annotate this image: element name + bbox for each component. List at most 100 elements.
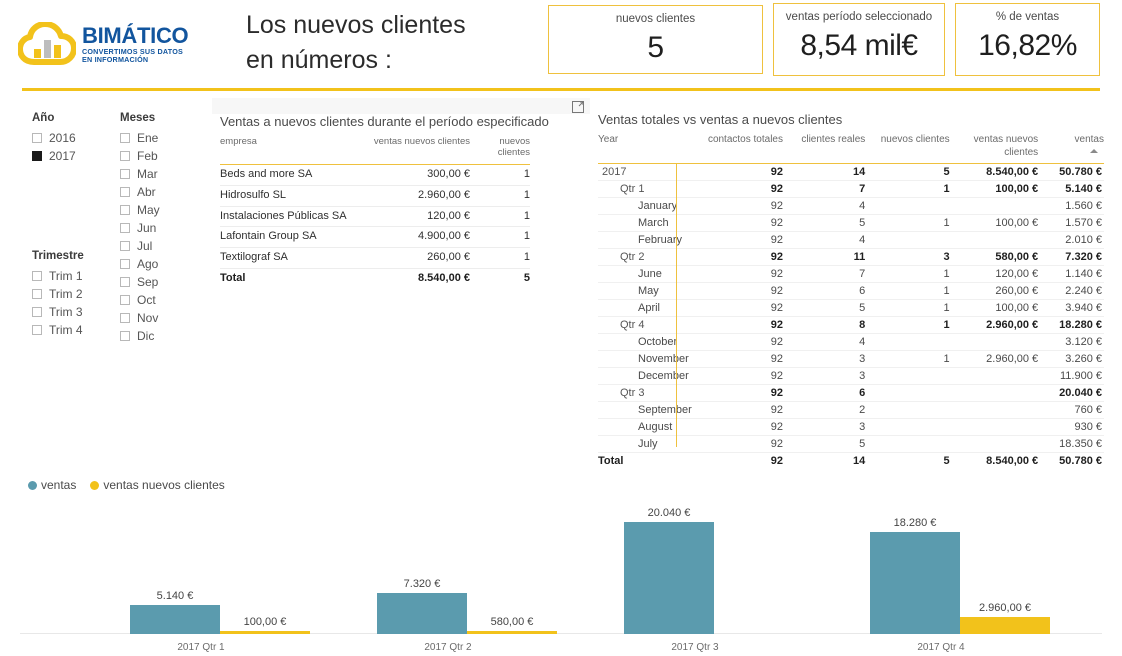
slicer-item-trimestre-trim-4[interactable]: Trim 4 [32, 321, 117, 339]
slicer-item-anio-2016[interactable]: 2016 [32, 129, 117, 147]
kpi-card-porcentaje-ventas[interactable]: % de ventas 16,82% [955, 3, 1100, 76]
checkbox-icon[interactable] [120, 313, 130, 323]
checkbox-icon[interactable] [32, 289, 42, 299]
slicer-item-meses-sep[interactable]: Sep [120, 273, 205, 291]
checkbox-icon[interactable] [120, 295, 130, 305]
slicer-item-meses-ago[interactable]: Ago [120, 255, 205, 273]
bar-ventas-nuevos-clientes[interactable] [960, 617, 1050, 634]
matrix-row[interactable]: April 92 5 1 100,00 €3.940 € [598, 299, 1104, 317]
page-title-line2: en números : [246, 45, 392, 74]
focus-mode-icon[interactable] [572, 100, 584, 113]
bar-ventas[interactable] [624, 522, 714, 634]
bar-ventas[interactable] [870, 531, 960, 634]
matrix-cell: February [598, 231, 695, 249]
table-row[interactable]: Textilograf SA 260,00 €1 [220, 247, 530, 269]
slicer-item-meses-feb[interactable]: Feb [120, 147, 205, 165]
checkbox-icon[interactable] [120, 223, 130, 233]
legend-item-ventas[interactable]: ventas [28, 478, 76, 492]
checkbox-icon[interactable] [32, 271, 42, 281]
table-cell: Lafontain Group SA [220, 226, 362, 248]
checkbox-icon[interactable] [120, 259, 130, 269]
matrix-cell: 2.010 € [1040, 231, 1104, 249]
checkbox-icon[interactable] [120, 151, 130, 161]
checkbox-icon[interactable] [32, 307, 42, 317]
slicer-item-meses-nov[interactable]: Nov [120, 309, 205, 327]
column-header-nuevos-clientes[interactable]: nuevos clientes [865, 134, 950, 164]
matrix-row[interactable]: January 92 4 1.560 € [598, 197, 1104, 215]
matrix-cell: 1 [865, 265, 950, 283]
slicer-item-trimestre-trim-1[interactable]: Trim 1 [32, 267, 117, 285]
matrix-row[interactable]: Qtr 4 92 8 1 2.960,00 €18.280 € [598, 316, 1104, 334]
matrix-row[interactable]: August 92 3 930 € [598, 418, 1104, 436]
slicer-item-meses-abr[interactable]: Abr [120, 183, 205, 201]
slicer-item-meses-dic[interactable]: Dic [120, 327, 205, 345]
table-row[interactable]: Instalaciones Públicas SA 120,00 €1 [220, 206, 530, 228]
matrix-row[interactable]: Qtr 2 92 11 3 580,00 €7.320 € [598, 248, 1104, 266]
checkbox-icon[interactable] [32, 133, 42, 143]
checkbox-icon[interactable] [32, 325, 42, 335]
matrix-row[interactable]: 2017 92 14 5 8.540,00 €50.780 € [598, 163, 1104, 181]
legend-item-ventas-nuevos-clientes[interactable]: ventas nuevos clientes [90, 478, 225, 492]
bar-ventas[interactable] [377, 593, 467, 634]
slicer-item-meses-mar[interactable]: Mar [120, 165, 205, 183]
matrix-cell: June [598, 265, 695, 283]
checkbox-icon[interactable] [120, 169, 130, 179]
matrix-row[interactable]: February 92 4 2.010 € [598, 231, 1104, 249]
legend-label: ventas [41, 478, 77, 492]
matrix-row[interactable]: December 92 3 11.900 € [598, 367, 1104, 385]
column-header-empresa[interactable]: empresa [220, 136, 362, 165]
slicer-item-anio-2017[interactable]: 2017 [32, 147, 117, 165]
matrix-row[interactable]: September 92 2 760 € [598, 401, 1104, 419]
checkbox-icon[interactable] [120, 205, 130, 215]
slicer-item-meses-ene[interactable]: Ene [120, 129, 205, 147]
checkbox-icon[interactable] [120, 241, 130, 251]
checkbox-checked-icon[interactable] [32, 151, 42, 161]
slicer-item-trimestre-trim-2[interactable]: Trim 2 [32, 285, 117, 303]
table-row[interactable]: Lafontain Group SA 4.900,00 €1 [220, 226, 530, 248]
matrix-row[interactable]: March 92 5 1 100,00 €1.570 € [598, 214, 1104, 232]
matrix-cell: 1.560 € [1040, 197, 1104, 215]
matrix-cell: 8 [782, 316, 866, 334]
matrix-cell: 1 [865, 299, 950, 317]
kpi-card-nuevos-clientes[interactable]: nuevos clientes 5 [548, 5, 763, 74]
bar-ventas-nuevos-clientes[interactable] [467, 630, 557, 634]
matrix-cell: 18.280 € [1040, 316, 1104, 334]
matrix-row[interactable]: Qtr 3 92 6 20.040 € [598, 384, 1104, 402]
slicer-item-meses-oct[interactable]: Oct [120, 291, 205, 309]
slicer-item-trimestre-trim-3[interactable]: Trim 3 [32, 303, 117, 321]
slicer-item-meses-may[interactable]: May [120, 201, 205, 219]
matrix-cell [865, 231, 950, 249]
table-row[interactable]: Hidrosulfo SL 2.960,00 €1 [220, 185, 530, 207]
matrix-row[interactable]: June 92 7 1 120,00 €1.140 € [598, 265, 1104, 283]
slicer-item-meses-jul[interactable]: Jul [120, 237, 205, 255]
matrix-cell: 5 [865, 163, 950, 181]
matrix-row[interactable]: October 92 4 3.120 € [598, 333, 1104, 351]
column-header-ventas[interactable]: ventas [1040, 134, 1104, 164]
matrix-cell: 92 [694, 214, 783, 232]
matrix-cell: 1 [865, 282, 950, 300]
table-cell: 120,00 € [362, 206, 470, 228]
slicer-item-label: Mar [137, 167, 158, 181]
matrix-row[interactable]: May 92 6 1 260,00 €2.240 € [598, 282, 1104, 300]
checkbox-icon[interactable] [120, 277, 130, 287]
slicer-item-label: Jul [137, 239, 153, 253]
checkbox-icon[interactable] [120, 331, 130, 341]
bar-ventas[interactable] [130, 605, 220, 634]
column-header-clientes-reales[interactable]: clientes reales [782, 134, 866, 164]
column-header-year[interactable]: Year [598, 134, 695, 164]
column-header-ventas-nuevos-clientes[interactable]: ventas nuevos clientes [949, 134, 1041, 164]
matrix-row[interactable]: July 92 5 18.350 € [598, 435, 1104, 453]
checkbox-icon[interactable] [120, 187, 130, 197]
matrix-header-row: Year contactos totales clientes reales n… [598, 134, 1104, 164]
table-row[interactable]: Beds and more SA 300,00 €1 [220, 164, 530, 186]
checkbox-icon[interactable] [120, 133, 130, 143]
bar-ventas-nuevos-clientes[interactable] [220, 631, 310, 634]
matrix-row[interactable]: November 92 3 1 2.960,00 €3.260 € [598, 350, 1104, 368]
kpi-card-ventas-periodo[interactable]: ventas período seleccionado 8,54 mil€ [773, 3, 945, 76]
column-header-contactos-totales[interactable]: contactos totales [694, 134, 783, 164]
logo-tagline-line2: EN INFORMACIÓN [82, 55, 149, 64]
matrix-row[interactable]: Qtr 1 92 7 1 100,00 €5.140 € [598, 180, 1104, 198]
column-header-nuevos-clientes[interactable]: nuevos clientes [470, 136, 530, 165]
slicer-item-meses-jun[interactable]: Jun [120, 219, 205, 237]
column-header-ventas-nuevos-clientes[interactable]: ventas nuevos clientes [362, 136, 470, 165]
